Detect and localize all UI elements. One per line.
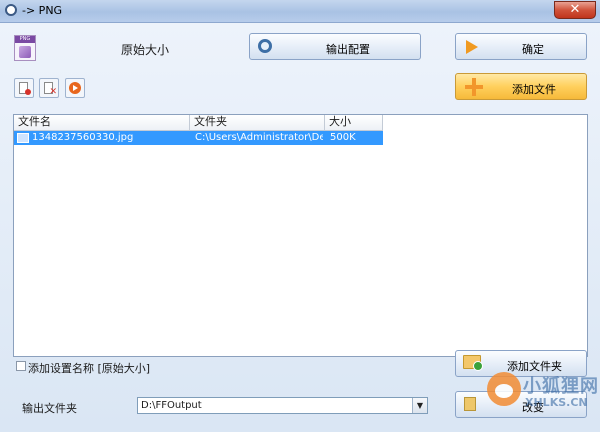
preset-name: 原始大小 xyxy=(121,43,170,57)
add-setting-name-checkbox[interactable] xyxy=(16,361,26,371)
add-setting-name-label: 添加设置名称 [原始大小] xyxy=(28,362,151,375)
fox-logo-icon xyxy=(487,372,521,406)
image-file-icon xyxy=(17,133,29,143)
title-bar: -> PNG ✕ xyxy=(0,0,600,23)
column-folder[interactable]: 文件夹 xyxy=(190,115,325,130)
output-folder-label: 输出文件夹 xyxy=(22,402,77,415)
list-header: 文件名 文件夹 大小 xyxy=(14,115,383,131)
table-row[interactable]: 1348237560330.jpg C:\Users\Administrator… xyxy=(14,131,383,145)
row-folder: C:\Users\Administrator\Des... xyxy=(195,132,323,143)
remove-file-button[interactable]: ✕ xyxy=(39,78,59,98)
file-list[interactable]: 文件名 文件夹 大小 1348237560330.jpg C:\Users\Ad… xyxy=(13,114,588,357)
folder-icon xyxy=(464,397,476,411)
clear-list-button[interactable] xyxy=(14,78,34,98)
output-config-button[interactable]: 输出配置 xyxy=(249,33,421,60)
column-size[interactable]: 大小 xyxy=(325,115,383,130)
add-file-label: 添加文件 xyxy=(512,83,556,96)
delete-x-icon: ✕ xyxy=(49,87,57,97)
close-button[interactable]: ✕ xyxy=(554,1,596,19)
ok-button[interactable]: 确定 xyxy=(455,33,587,60)
window-title: -> PNG xyxy=(22,4,63,17)
red-dot-icon xyxy=(25,89,31,95)
output-folder-value: D:\FFOutput xyxy=(141,400,202,411)
row-filename: 1348237560330.jpg xyxy=(32,132,134,143)
site-watermark: 小狐狸网 XHLKS.CN xyxy=(481,358,600,432)
row-size: 500K xyxy=(330,132,356,143)
chevron-down-icon[interactable]: ▼ xyxy=(412,398,427,413)
folder-add-icon xyxy=(463,355,483,371)
plus-icon xyxy=(465,78,483,96)
watermark-text: 小狐狸网 xyxy=(523,376,599,397)
png-format-icon: PNG xyxy=(14,35,36,61)
column-filename[interactable]: 文件名 xyxy=(14,115,190,130)
output-folder-select[interactable]: D:\FFOutput ▼ xyxy=(137,397,428,414)
watermark-domain: XHLKS.CN xyxy=(525,396,588,409)
gear-icon xyxy=(258,39,272,53)
play-icon xyxy=(69,82,81,94)
ok-label: 确定 xyxy=(522,43,544,56)
add-file-button[interactable]: 添加文件 xyxy=(455,73,587,100)
app-icon xyxy=(5,4,17,16)
output-config-label: 输出配置 xyxy=(326,43,370,56)
play-button[interactable] xyxy=(65,78,85,98)
arrow-right-icon xyxy=(466,40,478,54)
